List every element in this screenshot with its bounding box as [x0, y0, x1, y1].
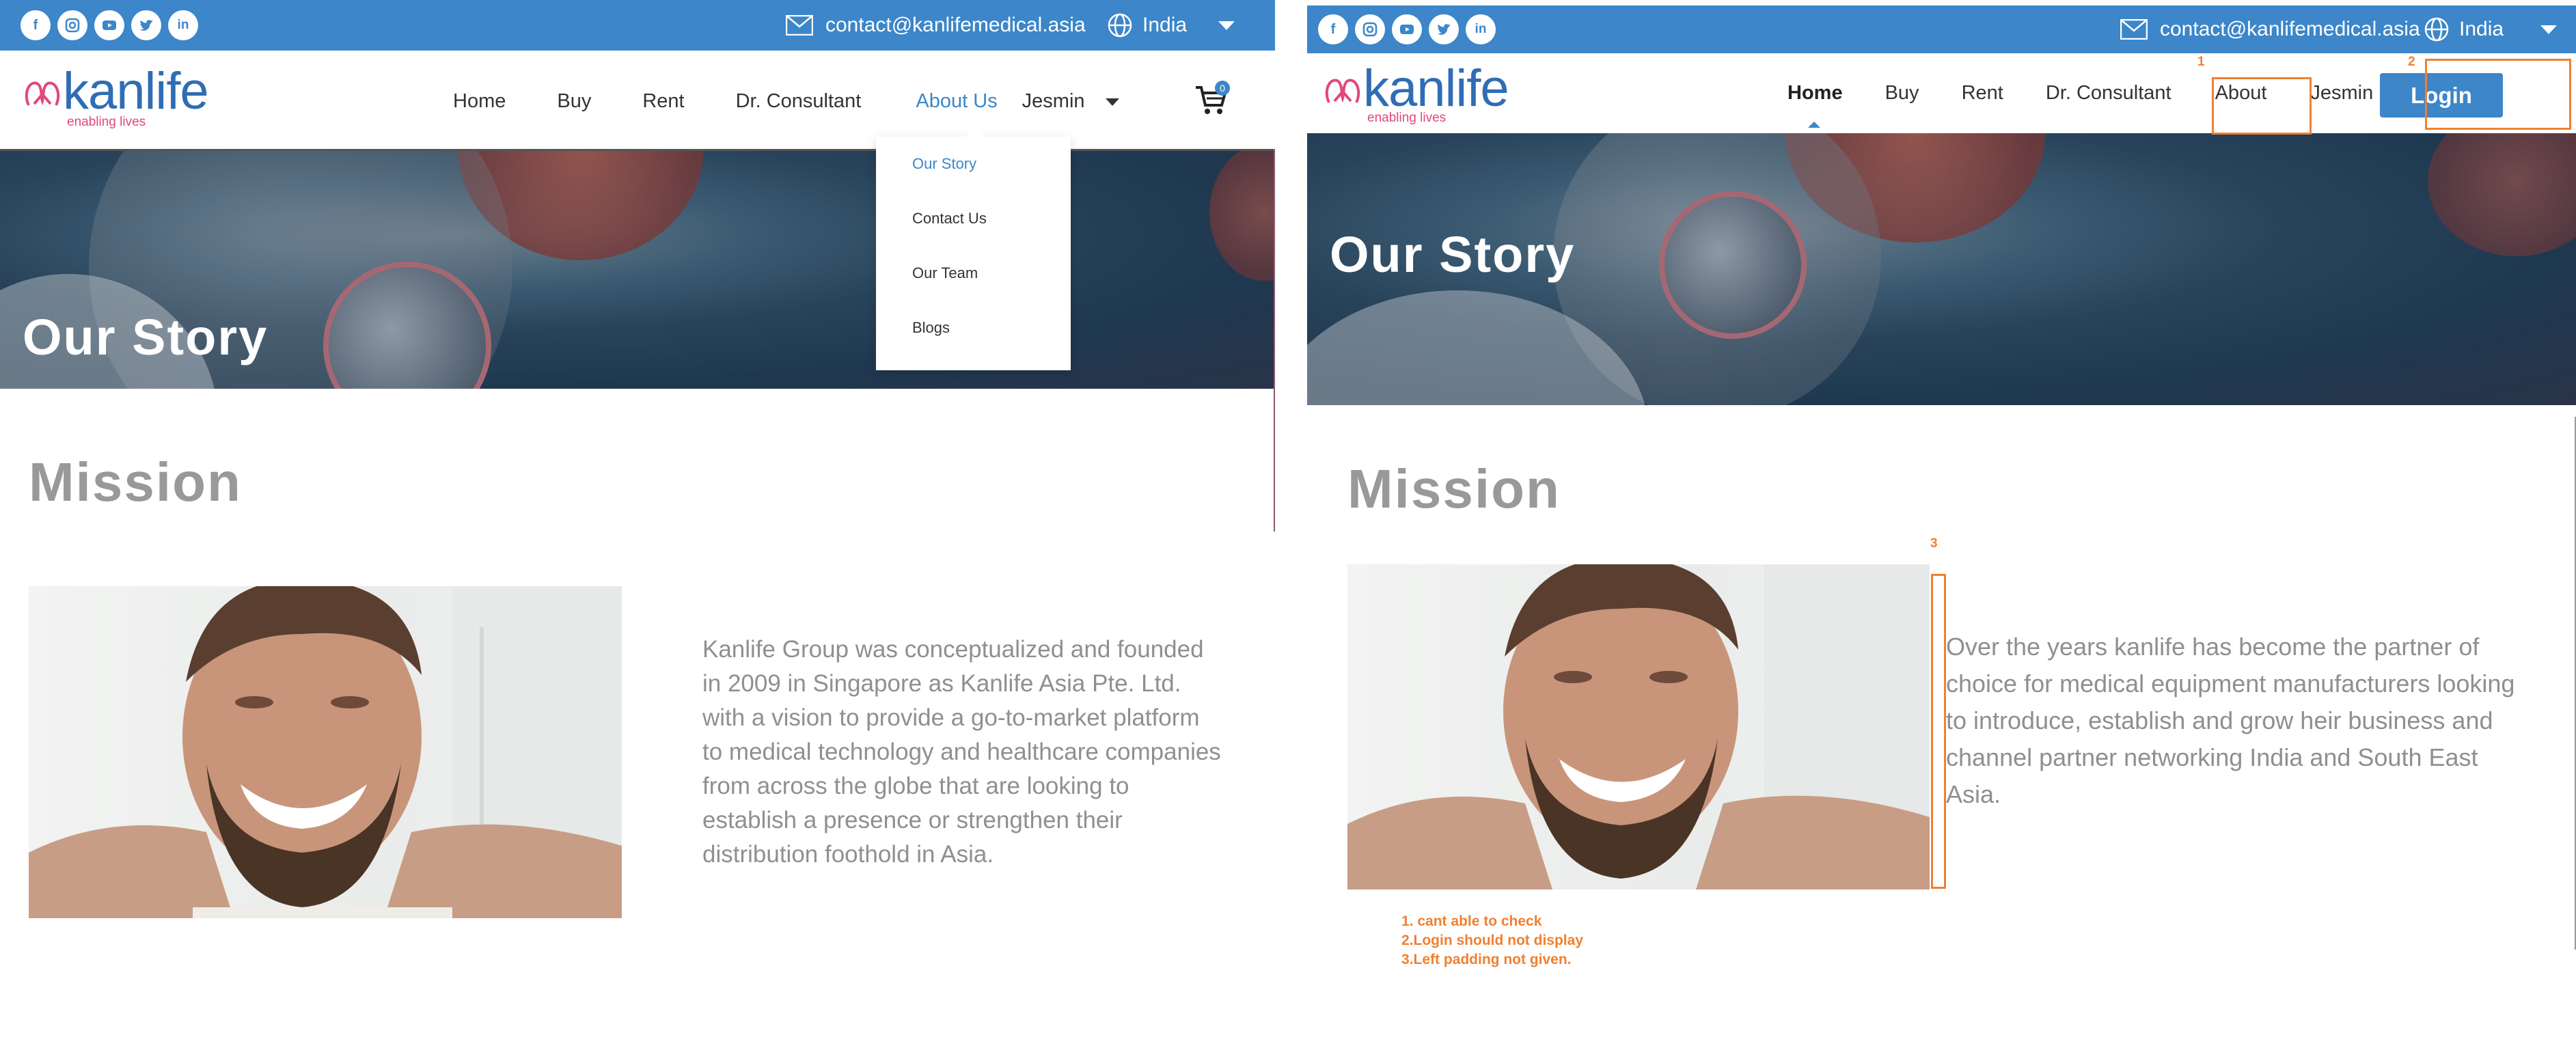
facebook-icon[interactable]: f	[1318, 14, 1348, 44]
email-text: contact@kanlifemedical.asia	[825, 14, 1086, 36]
kanlife-logo[interactable]: kanlife enabling lives	[22, 66, 209, 129]
dropdown-item-our-team[interactable]: Our Team	[912, 264, 978, 282]
logo-mark-icon	[25, 81, 60, 106]
logo-word-life: life	[144, 62, 209, 120]
left-screenshot: f in contact@kanlifemedical.asia India k…	[0, 0, 1275, 1048]
contact-email[interactable]: contact@kanlifemedical.asia	[2120, 18, 2420, 41]
annotation-note-3: 3.Left padding not given.	[1401, 952, 1572, 967]
annotation-notes: 1. cant able to check 2.Login should not…	[1401, 912, 1583, 969]
dropdown-item-contact-us[interactable]: Contact Us	[912, 210, 987, 227]
nav-dr-consultant[interactable]: Dr. Consultant	[2046, 82, 2171, 105]
nav-about-us[interactable]: About Us	[916, 90, 997, 113]
user-name: Jesmin	[2310, 82, 2374, 104]
globe-icon	[2424, 17, 2449, 42]
main-nav: kanlife enabling lives Home Buy Rent Dr.…	[0, 51, 1275, 149]
chevron-down-icon	[1218, 20, 1235, 30]
active-indicator	[1808, 122, 1820, 128]
twitter-icon[interactable]	[1429, 14, 1459, 44]
main-nav: kanlife enabling lives Home Buy Rent Dr.…	[1307, 53, 2576, 133]
nav-buy[interactable]: Buy	[557, 90, 591, 113]
contact-email[interactable]: contact@kanlifemedical.asia	[786, 14, 1086, 37]
logo-word-kan: kan	[1363, 59, 1446, 118]
mission-heading: Mission	[1347, 458, 1561, 519]
globe-icon	[1108, 13, 1132, 38]
hero-banner: Our Story	[1307, 133, 2576, 405]
mail-icon	[2120, 19, 2148, 40]
logo-word-life: life	[1444, 59, 1509, 118]
instagram-icon[interactable]	[1355, 14, 1385, 44]
about-dropdown-menu: Our Story Contact Us Our Team Blogs	[876, 127, 1071, 370]
right-screenshot: f in contact@kanlifemedical.asia India k…	[1307, 0, 2576, 1048]
chevron-down-icon	[2540, 25, 2558, 34]
smiling-man-photo	[1347, 564, 1930, 890]
annotation-note-2: 2.Login should not display	[1401, 933, 1583, 948]
top-bar: f in contact@kanlifemedical.asia India	[1307, 5, 2576, 53]
mission-body-text: Over the years kanlife has become the pa…	[1946, 633, 2515, 808]
user-name: Jesmin	[1022, 90, 1085, 112]
hero-banner: Our Story	[0, 149, 1275, 389]
logo-word-kan: kan	[63, 62, 146, 120]
logo-tagline: enabling lives	[1367, 111, 1447, 125]
nav-home-label: Home	[1787, 82, 1843, 104]
panel-edge-line	[1274, 149, 1275, 532]
youtube-icon[interactable]	[94, 10, 124, 40]
logo-tagline: enabling lives	[67, 115, 146, 129]
annotation-box-about	[2212, 77, 2312, 135]
hero-title: Our Story	[23, 309, 269, 366]
annotation-marker-2: 2	[2408, 55, 2415, 69]
twitter-icon[interactable]	[131, 10, 161, 40]
nav-user-menu[interactable]: Jesmin	[1022, 90, 1119, 113]
annotation-marker-3: 3	[1930, 536, 1938, 551]
top-bar: f in contact@kanlifemedical.asia India	[0, 0, 1275, 51]
country-label: India	[1142, 14, 1188, 36]
dropdown-item-our-story[interactable]: Our Story	[912, 155, 976, 173]
nav-buy[interactable]: Buy	[1885, 82, 1919, 105]
nav-rent[interactable]: Rent	[642, 90, 684, 113]
nav-dr-consultant[interactable]: Dr. Consultant	[736, 90, 862, 113]
nav-home[interactable]: Home	[453, 90, 506, 113]
kanlife-logo[interactable]: kanlife enabling lives	[1322, 63, 1509, 125]
country-selector[interactable]: India	[2424, 16, 2558, 42]
smiling-man-photo	[29, 586, 622, 918]
nav-links: Home Buy Rent Dr. Consultant About Us Je…	[453, 90, 1119, 113]
linkedin-icon[interactable]: in	[168, 10, 198, 40]
mission-heading: Mission	[29, 452, 242, 512]
annotation-note-1: 1. cant able to check	[1401, 913, 1542, 929]
annotation-marker-1: 1	[2197, 55, 2205, 69]
email-text: contact@kanlifemedical.asia	[2160, 18, 2420, 40]
country-selector[interactable]: India	[1107, 12, 1235, 38]
chevron-down-icon	[1105, 98, 1119, 106]
mission-body-text: Kanlife Group was conceptualized and fou…	[702, 636, 1221, 868]
instagram-icon[interactable]	[57, 10, 87, 40]
youtube-icon[interactable]	[1392, 14, 1422, 44]
annotation-box-padding	[1931, 574, 1946, 889]
social-links: f in	[1318, 14, 1496, 44]
social-links: f in	[20, 10, 198, 40]
facebook-icon[interactable]: f	[20, 10, 51, 40]
annotation-box-login	[2425, 59, 2571, 130]
hero-title: Our Story	[1330, 226, 1576, 283]
cart-count-badge: 0	[1215, 81, 1230, 96]
nav-home[interactable]: Home	[1787, 82, 1843, 128]
cart-button[interactable]: 0	[1194, 81, 1230, 120]
linkedin-icon[interactable]: in	[1466, 14, 1496, 44]
mail-icon	[786, 15, 813, 36]
country-label: India	[2459, 18, 2504, 40]
nav-rent[interactable]: Rent	[1962, 82, 2003, 105]
logo-mark-icon	[1325, 79, 1360, 103]
dropdown-item-blogs[interactable]: Blogs	[912, 319, 950, 337]
